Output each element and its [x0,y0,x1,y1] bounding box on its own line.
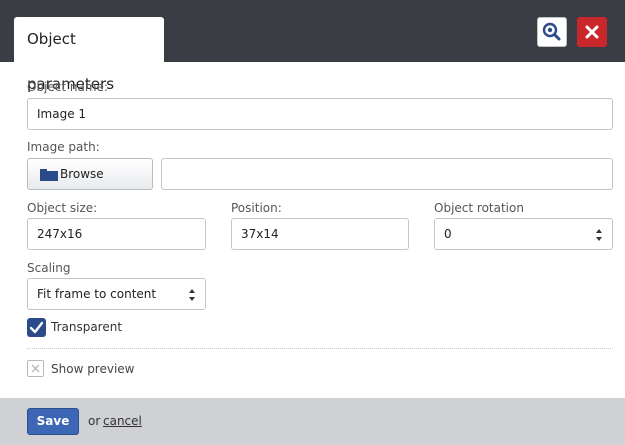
rotation-label: Object rotation [434,201,524,215]
object-name-label: Object name: [27,80,108,94]
browse-label: Browse [60,167,104,181]
divider [27,348,613,349]
search-icon [542,22,561,41]
rotation-value: 0 [444,227,452,241]
tab-object-parameters[interactable]: Object parameters [14,17,164,93]
close-icon [585,25,599,39]
show-preview-checkbox[interactable] [27,360,44,377]
browse-button[interactable]: Browse [27,158,153,190]
close-button[interactable] [577,17,607,47]
save-button[interactable]: Save [27,408,79,435]
select-arrows-icon [596,229,602,241]
dialog-header: Object parameters [0,0,625,93]
object-name-input[interactable]: Image 1 [27,98,613,130]
select-arrows-icon [189,289,195,301]
image-path-input[interactable] [161,158,613,190]
rotation-select[interactable]: 0 [434,218,613,250]
transparent-label: Transparent [51,320,123,334]
position-input[interactable]: 37x14 [231,218,409,250]
object-size-label: Object size: [27,201,98,215]
image-path-label: Image path: [27,140,100,154]
or-text: or [88,414,101,428]
scaling-value: Fit frame to content [37,287,157,301]
cancel-link[interactable]: cancel [103,414,142,428]
show-preview-label: Show preview [51,362,135,376]
scaling-label: Scaling [27,261,71,275]
transparent-checkbox[interactable] [27,318,46,337]
position-label: Position: [231,201,282,215]
object-size-input[interactable]: 247x16 [27,218,206,250]
scaling-select[interactable]: Fit frame to content [27,278,206,310]
zoom-button[interactable] [537,17,567,47]
checkmark-icon [29,321,44,334]
folder-icon [40,168,58,181]
cross-icon [31,364,40,373]
